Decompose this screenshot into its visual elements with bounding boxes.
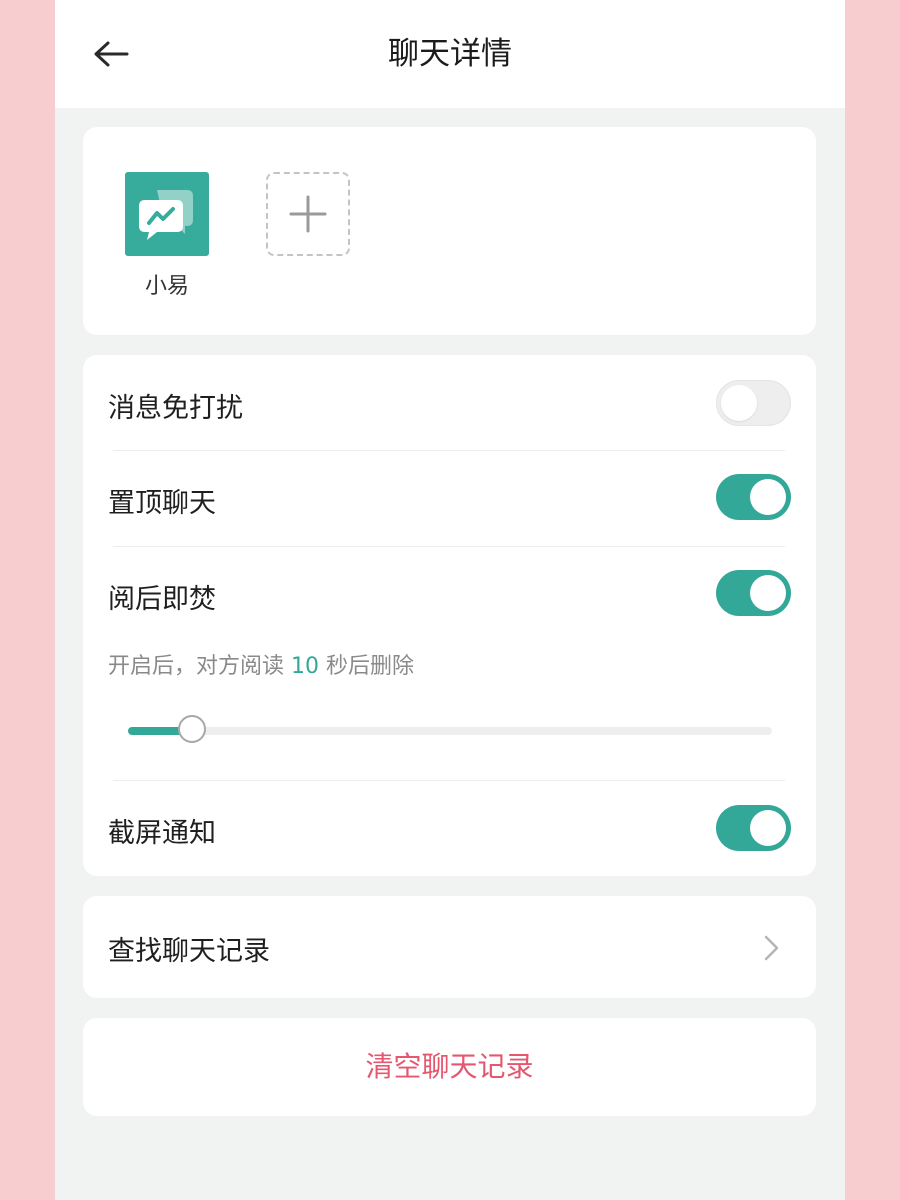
toggle-knob [750, 810, 786, 846]
toggle-knob [750, 479, 786, 515]
add-member-button[interactable] [266, 172, 350, 256]
mute-toggle[interactable] [716, 380, 791, 426]
pin-label: 置顶聊天 [108, 488, 216, 519]
burn-toggle[interactable] [716, 570, 791, 616]
member-name: 小易 [144, 274, 189, 299]
chevron-right-icon [764, 935, 779, 961]
burn-timer-slider[interactable] [128, 713, 772, 749]
settings-card: 消息免打扰 置顶聊天 阅后即焚 开启后，对方阅读 10 秒后删除 截屏通知 [83, 355, 816, 876]
screenshot-label: 截屏通知 [108, 818, 216, 849]
burn-hint: 开启后，对方阅读 10 秒后删除 [108, 648, 414, 680]
top-bar: 聊天详情 [55, 0, 845, 108]
hint-seconds: 10 [291, 654, 319, 679]
search-history-row[interactable]: 查找聊天记录 [83, 896, 816, 998]
hint-suffix: 秒后删除 [319, 654, 414, 679]
plus-icon [289, 195, 327, 233]
mute-label: 消息免打扰 [108, 393, 243, 424]
setting-row-pin: 置顶聊天 [83, 451, 816, 546]
toggle-knob [750, 575, 786, 611]
back-button[interactable] [85, 28, 137, 80]
chat-details-screen: 聊天详情 小易 消息免打扰 置顶聊天 阅后即焚 开启后，对方阅读 10 秒后删除… [55, 0, 845, 1200]
slider-thumb[interactable] [178, 715, 207, 743]
chat-bubbles-icon [139, 190, 193, 240]
search-history-label: 查找聊天记录 [108, 936, 270, 967]
members-card: 小易 [83, 127, 816, 335]
hint-prefix: 开启后，对方阅读 [108, 654, 291, 679]
arrow-left-icon [94, 41, 129, 67]
slider-track [128, 727, 772, 735]
clear-history-button[interactable]: 清空聊天记录 [83, 1018, 816, 1116]
clear-history-label: 清空聊天记录 [365, 1050, 534, 1083]
toggle-knob [721, 385, 757, 421]
setting-row-screenshot: 截屏通知 [83, 781, 816, 876]
member-item[interactable]: 小易 [125, 172, 209, 300]
setting-row-mute: 消息免打扰 [83, 355, 816, 450]
avatar [125, 172, 209, 256]
page-title: 聊天详情 [388, 36, 512, 72]
pin-toggle[interactable] [716, 474, 791, 520]
burn-label: 阅后即焚 [108, 584, 216, 615]
screenshot-toggle[interactable] [716, 805, 791, 851]
